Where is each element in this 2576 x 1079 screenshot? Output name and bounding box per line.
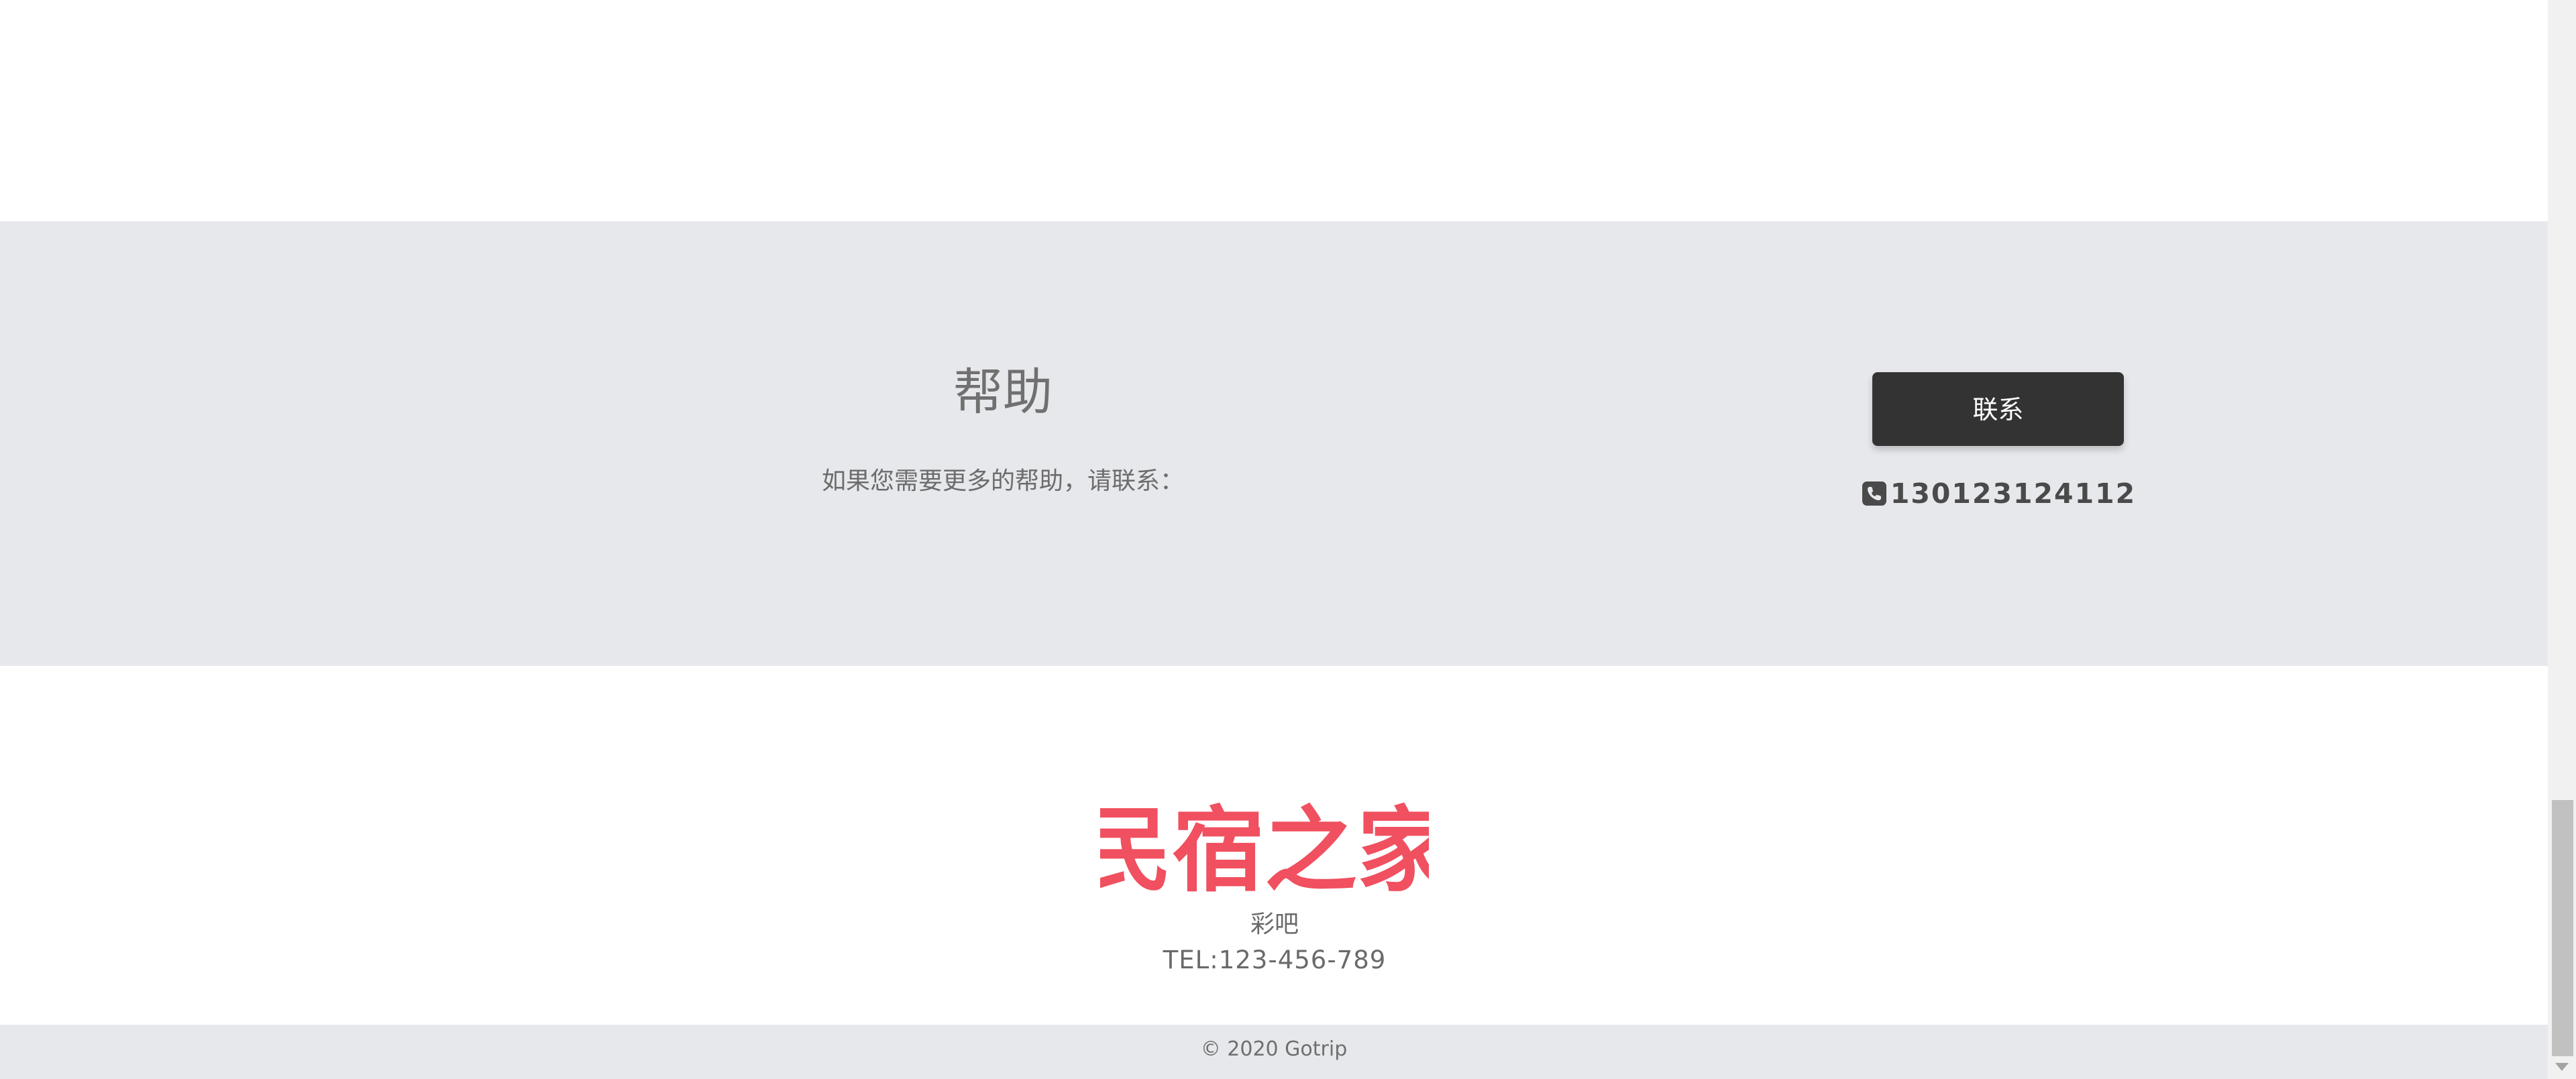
page: 帮助 如果您需要更多的帮助，请联系： 联系 130123124112 民宿之家 …: [0, 0, 2576, 1079]
brand-name: 彩吧: [1250, 911, 1299, 938]
scroll-down-arrow-icon[interactable]: [2555, 1063, 2569, 1071]
copyright-text: © 2020 Gotrip: [1200, 1037, 1348, 1061]
phone-number: 130123124112: [1890, 477, 2137, 510]
brand-logo-text: 民宿之家: [1100, 797, 1429, 897]
help-title: 帮助: [953, 363, 1053, 421]
scrollbar-thumb[interactable]: [2552, 800, 2573, 1056]
phone-contact[interactable]: 130123124112: [1862, 475, 2137, 512]
footer-brand: 民宿之家 彩吧 TEL:123-456-789: [0, 666, 2548, 1025]
copyright-bar: © 2020 Gotrip: [0, 1025, 2548, 1079]
brand-logo: 民宿之家: [1100, 797, 1429, 897]
brand-tel: TEL:123-456-789: [1163, 946, 1387, 974]
help-section: 帮助 如果您需要更多的帮助，请联系： 联系 130123124112: [0, 221, 2548, 666]
help-description: 如果您需要更多的帮助，请联系：: [821, 467, 1184, 495]
top-blank-area: [0, 0, 2548, 221]
contact-button[interactable]: 联系: [1872, 372, 2124, 446]
vertical-scrollbar[interactable]: [2548, 0, 2576, 1079]
phone-icon: [1862, 481, 1886, 506]
